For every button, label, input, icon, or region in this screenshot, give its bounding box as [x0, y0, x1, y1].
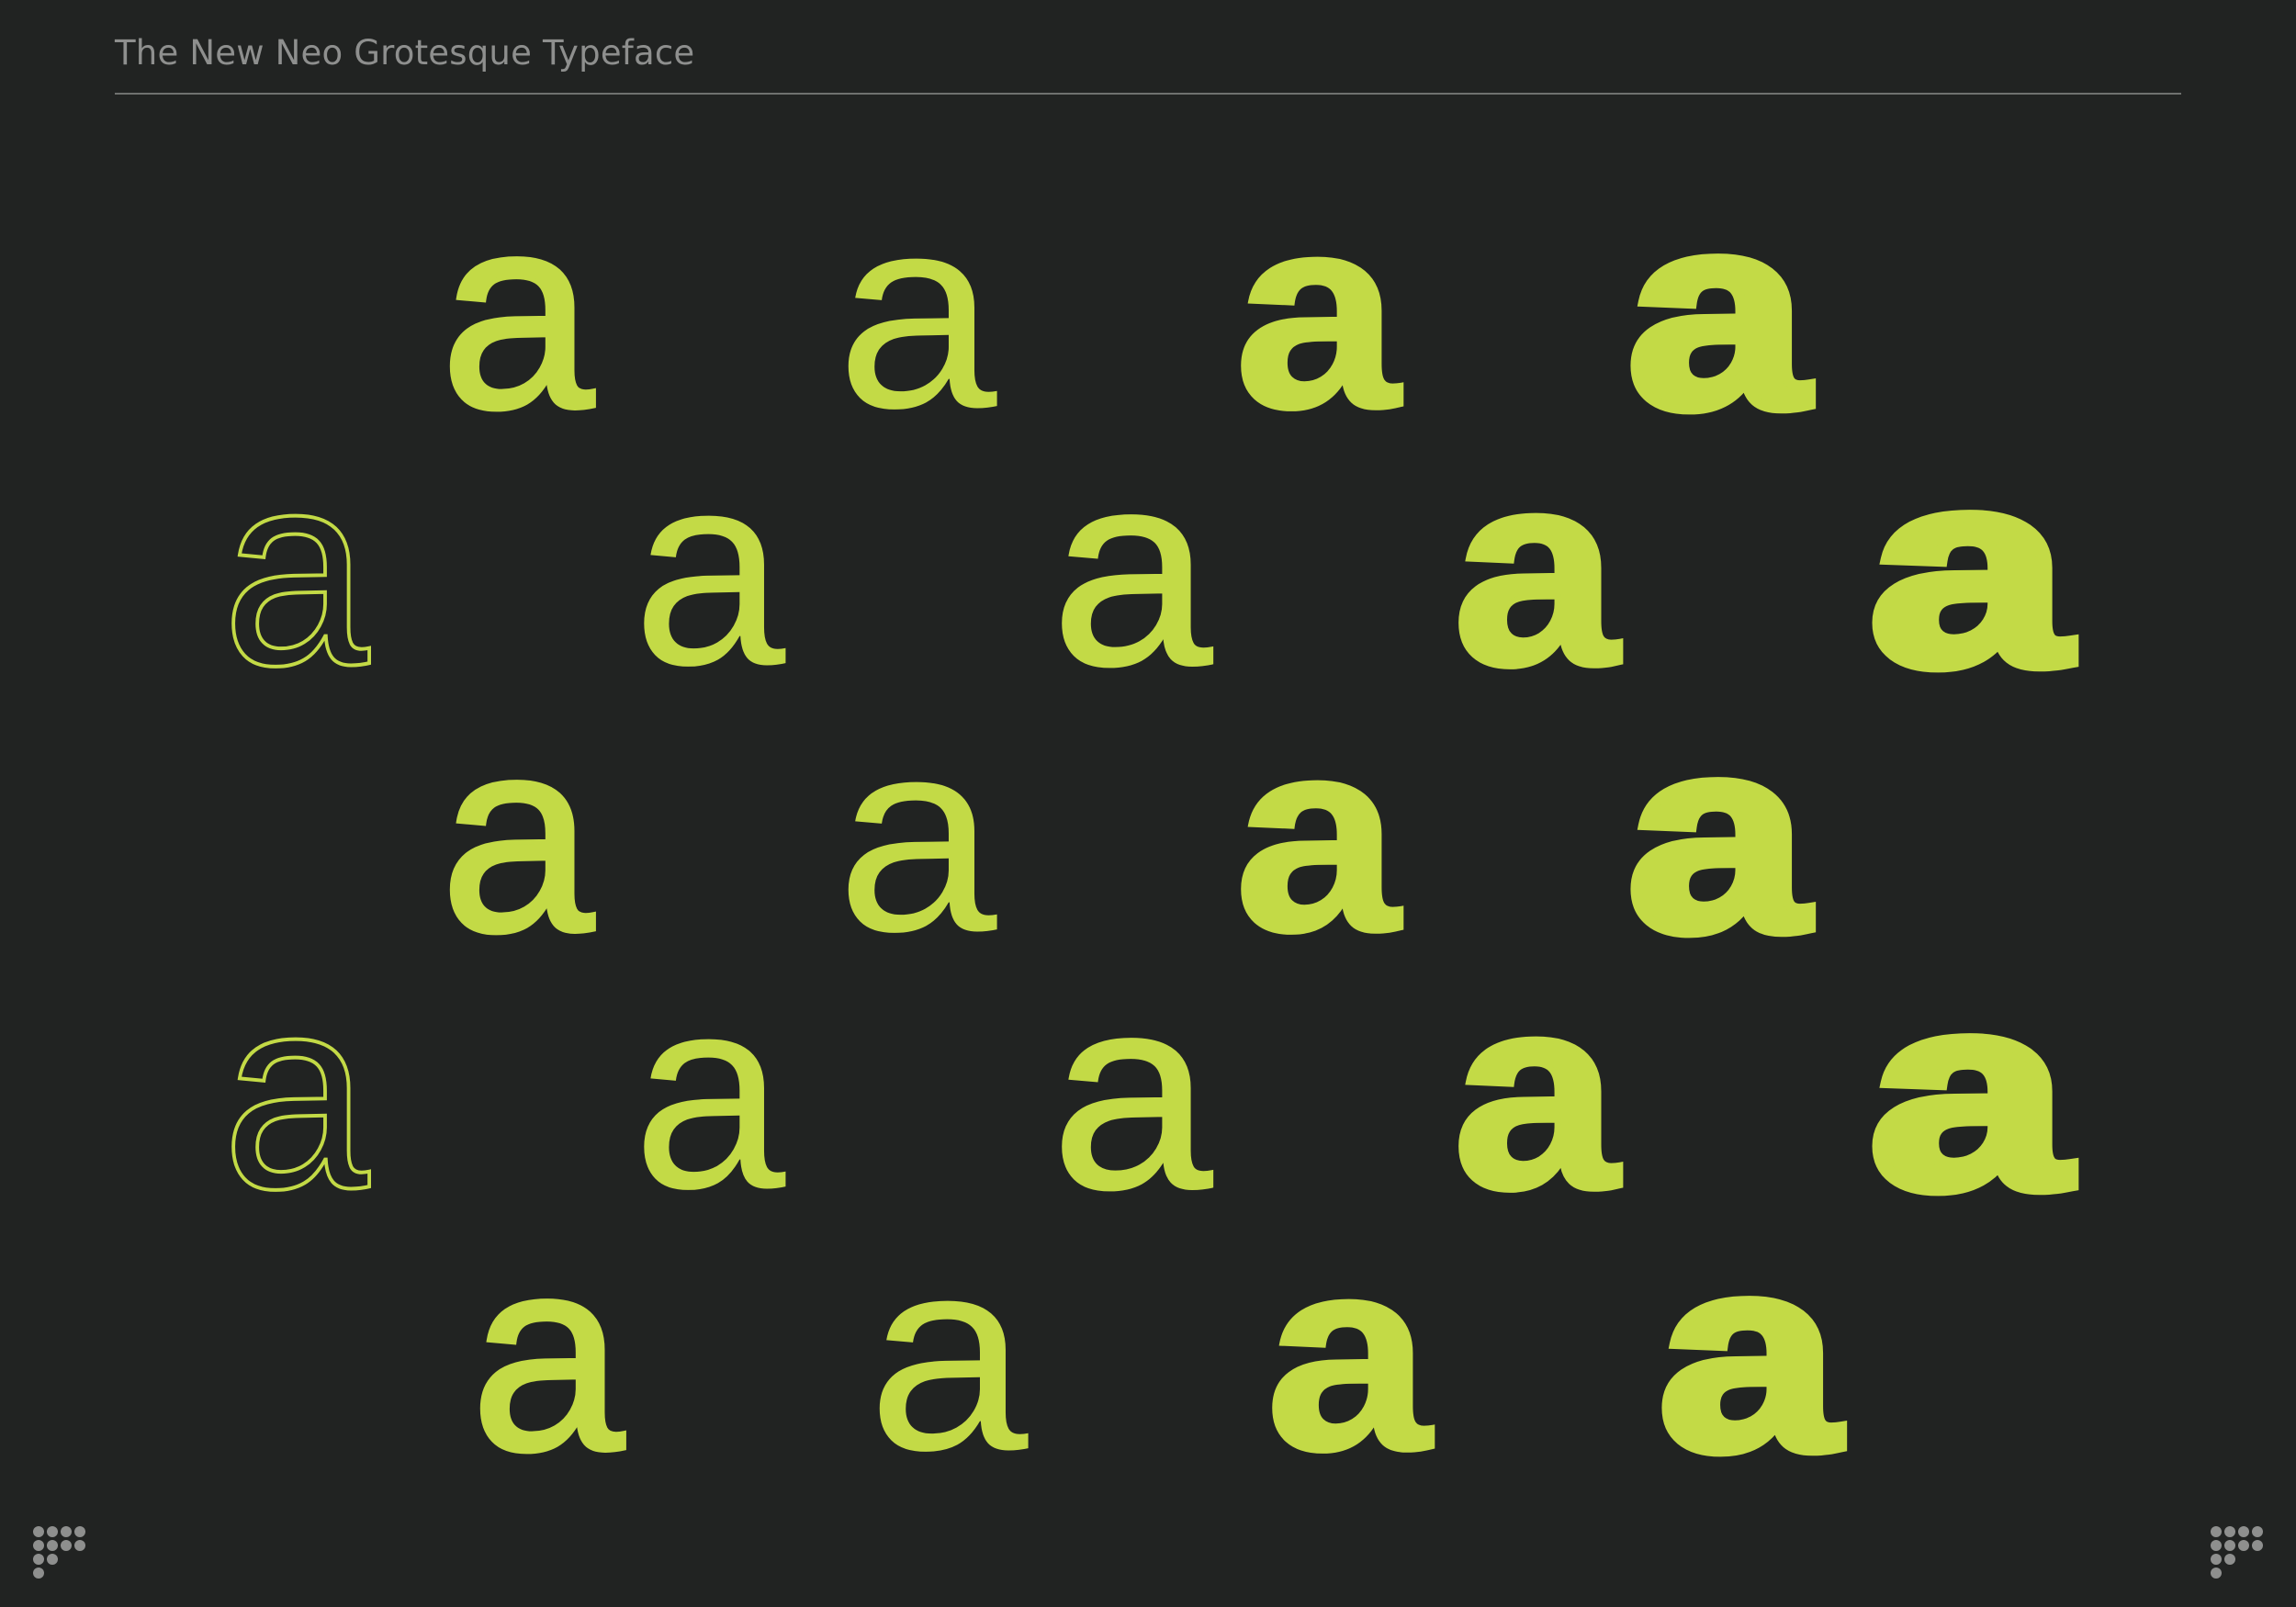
- logo-dot: [33, 1540, 44, 1551]
- logo-dot: [47, 1554, 58, 1565]
- specimen-glyph: a: [1264, 1199, 1434, 1508]
- specimen-glyph: a: [220, 938, 371, 1246]
- logo-dot: [2224, 1540, 2235, 1551]
- page-title: The New Neo Grotesque Typeface: [115, 33, 695, 73]
- specimen-glyph: a: [632, 414, 786, 723]
- logo-dot: [2224, 1526, 2235, 1537]
- logo-dot: [74, 1540, 85, 1551]
- specimen-glyph: a: [220, 414, 371, 723]
- logo-dot: [2238, 1526, 2249, 1537]
- specimen-glyph: a: [1050, 414, 1213, 723]
- logo-dot: [2211, 1568, 2222, 1579]
- specimen-glyph: a: [836, 680, 997, 989]
- specimen-glyph: a: [1232, 157, 1402, 466]
- logo-dot: [2211, 1526, 2222, 1537]
- logo-dot: [47, 1540, 58, 1551]
- specimen-glyph: a: [1232, 680, 1402, 989]
- logo-dot: [33, 1554, 44, 1565]
- specimen-glyph: a: [1450, 938, 1622, 1246]
- specimen-glyph: a: [632, 938, 786, 1246]
- logo-dot: [33, 1526, 44, 1537]
- specimen-glyph: a: [867, 1199, 1029, 1508]
- logo-dot: [2211, 1554, 2222, 1565]
- logo-dot: [61, 1526, 72, 1537]
- logo-dot: [2252, 1540, 2263, 1551]
- specimen-glyph: a: [468, 1199, 626, 1508]
- logo-dot: [33, 1568, 44, 1579]
- specimen-glyph: a: [438, 680, 596, 989]
- specimen-glyph: a: [836, 157, 997, 466]
- specimen-glyph: a: [1862, 938, 2077, 1246]
- logo-dot: [2238, 1540, 2249, 1551]
- specimen-glyph: a: [1652, 1199, 1845, 1508]
- logo-dot: [74, 1526, 85, 1537]
- specimen-glyph: a: [1450, 414, 1622, 723]
- logo-mark-icon: [2211, 1526, 2263, 1579]
- specimen-glyph: a: [1862, 414, 2077, 723]
- specimen-glyph: a: [438, 157, 596, 466]
- logo-dot: [61, 1540, 72, 1551]
- specimen-glyph: a: [1050, 938, 1213, 1246]
- specimen-glyph: a: [1621, 157, 1814, 466]
- logo-dot: [2252, 1526, 2263, 1537]
- logo-dot: [2224, 1554, 2235, 1565]
- header-divider: [115, 93, 2181, 95]
- logo-mark-icon: [33, 1526, 85, 1579]
- logo-dot: [2211, 1540, 2222, 1551]
- specimen-glyph: a: [1621, 680, 1814, 989]
- logo-dot: [47, 1526, 58, 1537]
